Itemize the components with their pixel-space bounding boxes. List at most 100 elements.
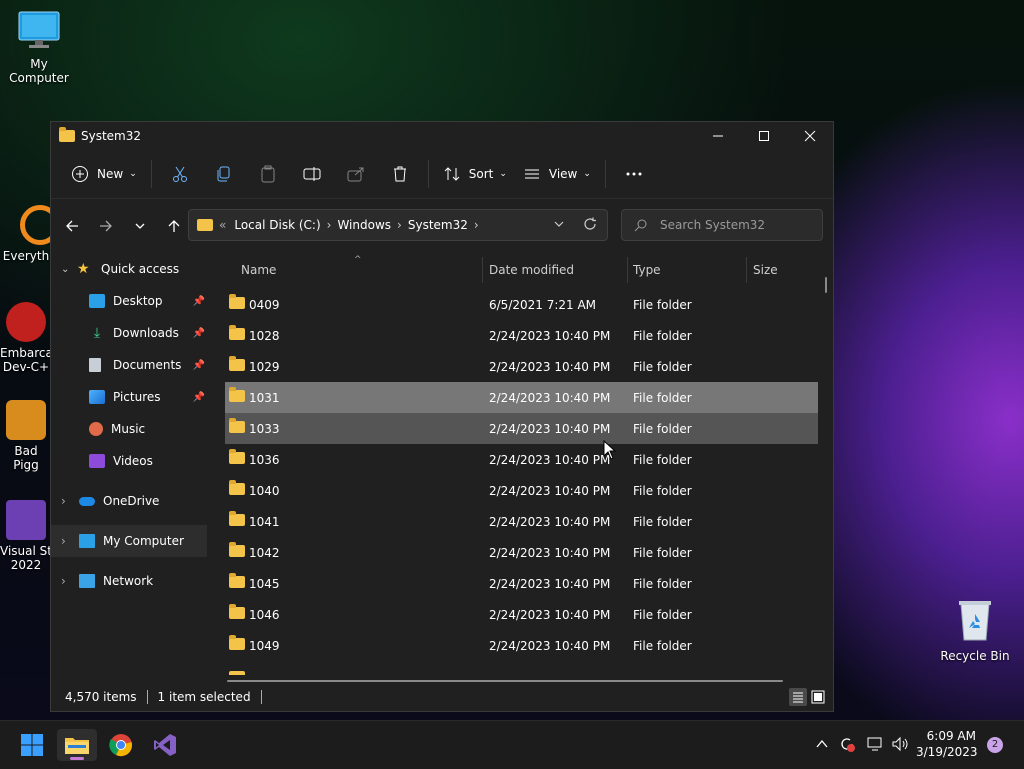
monitor-icon bbox=[79, 534, 95, 548]
pin-icon: 📌 bbox=[192, 391, 205, 403]
table-row[interactable]: 1029 2/24/2023 10:40 PM File folder bbox=[225, 351, 818, 382]
taskbar-visual-studio[interactable] bbox=[145, 729, 185, 761]
chevron-right-icon[interactable]: › bbox=[474, 218, 479, 232]
column-divider[interactable] bbox=[482, 257, 483, 283]
star-icon: ★ bbox=[77, 261, 90, 277]
address-dropdown-button[interactable] bbox=[553, 218, 565, 233]
column-header-type[interactable]: Type bbox=[633, 263, 661, 277]
share-button[interactable] bbox=[340, 156, 372, 192]
desktop-icon-embarcadero[interactable]: Embarca Dev-C+ bbox=[0, 302, 52, 374]
folder-icon bbox=[229, 573, 245, 588]
rename-button[interactable] bbox=[296, 156, 328, 192]
desktop-icon-bad-piggies[interactable]: Bad Pigg bbox=[0, 400, 52, 472]
view-button[interactable]: View ⌄ bbox=[515, 156, 599, 192]
column-header-size[interactable]: Size bbox=[753, 263, 778, 277]
paste-button[interactable] bbox=[252, 156, 284, 192]
folder-icon bbox=[229, 418, 245, 433]
forward-button[interactable] bbox=[91, 211, 121, 241]
desktop-icon-recycle-bin[interactable]: Recycle Bin bbox=[937, 598, 1013, 663]
chevron-right-icon[interactable]: › bbox=[327, 218, 332, 232]
breadcrumb-windows[interactable]: Windows bbox=[337, 218, 391, 232]
nav-network[interactable]: › Network bbox=[51, 565, 207, 597]
recent-locations-button[interactable] bbox=[125, 211, 155, 241]
table-row[interactable]: 1045 2/24/2023 10:40 PM File folder bbox=[225, 568, 818, 599]
tiles-view-button[interactable] bbox=[809, 688, 827, 706]
nav-desktop[interactable]: Desktop 📌 bbox=[51, 285, 207, 317]
row-name: 1049 bbox=[249, 639, 280, 653]
table-row[interactable]: 1042 2/24/2023 10:40 PM File folder bbox=[225, 537, 818, 568]
vertical-scrollbar[interactable] bbox=[825, 277, 827, 293]
minimize-button[interactable] bbox=[695, 122, 741, 150]
view-label: View bbox=[548, 167, 578, 181]
folder-icon bbox=[229, 511, 245, 526]
table-row[interactable]: 1049 2/24/2023 10:40 PM File folder bbox=[225, 630, 818, 661]
horizontal-scrollbar[interactable] bbox=[227, 680, 783, 682]
sort-button[interactable]: Sort ⌄ bbox=[435, 156, 515, 192]
up-button[interactable] bbox=[159, 211, 189, 241]
pig-game-icon bbox=[6, 400, 46, 440]
chevron-right-icon[interactable]: › bbox=[61, 494, 79, 508]
nav-downloads[interactable]: ⤓ Downloads 📌 bbox=[51, 317, 207, 349]
table-row[interactable]: 1040 2/24/2023 10:40 PM File folder bbox=[225, 475, 818, 506]
nav-quick-access[interactable]: ⌄ ★ Quick access bbox=[51, 253, 207, 285]
chevron-right-icon[interactable]: › bbox=[61, 574, 79, 588]
volume-tray[interactable] bbox=[891, 736, 909, 755]
desktop-icon-visual-studio[interactable]: Visual St 2022 bbox=[0, 500, 52, 572]
maximize-button[interactable] bbox=[741, 122, 787, 150]
chevron-right-icon[interactable]: › bbox=[61, 534, 79, 548]
folder-icon bbox=[229, 480, 245, 495]
row-date: 2/24/2023 10:40 PM bbox=[489, 360, 611, 374]
back-button[interactable] bbox=[57, 211, 87, 241]
search-box[interactable]: Search System32 bbox=[621, 209, 823, 241]
table-row[interactable]: 1041 2/24/2023 10:40 PM File folder bbox=[225, 506, 818, 537]
breadcrumb-system32[interactable]: System32 bbox=[408, 218, 468, 232]
breadcrumb-local-disk[interactable]: Local Disk (C:) bbox=[234, 218, 320, 232]
arrow-right-icon bbox=[100, 220, 112, 232]
table-row[interactable]: 1036 2/24/2023 10:40 PM File folder bbox=[225, 444, 818, 475]
title-bar[interactable]: System32 bbox=[51, 122, 833, 150]
cut-button[interactable] bbox=[164, 156, 196, 192]
nav-music[interactable]: Music bbox=[51, 413, 207, 445]
notification-count: 2 bbox=[991, 739, 999, 750]
overflow-crumbs[interactable]: « bbox=[219, 218, 226, 232]
details-view-button[interactable] bbox=[789, 688, 807, 706]
desktop-icon-my-computer[interactable]: My Computer bbox=[1, 10, 77, 85]
network-tray[interactable] bbox=[866, 736, 884, 755]
new-button[interactable]: New ⌄ bbox=[63, 156, 145, 192]
table-row[interactable]: 1033 2/24/2023 10:40 PM File folder bbox=[225, 413, 818, 444]
close-button[interactable] bbox=[787, 122, 833, 150]
nav-onedrive[interactable]: › OneDrive bbox=[51, 485, 207, 517]
start-button[interactable] bbox=[12, 729, 52, 761]
table-row[interactable]: 1028 2/24/2023 10:40 PM File folder bbox=[225, 320, 818, 351]
row-date: 2/24/2023 10:40 PM bbox=[489, 515, 611, 529]
table-row[interactable]: 0409 6/5/2021 7:21 AM File folder bbox=[225, 289, 818, 320]
column-header-date[interactable]: Date modified bbox=[489, 263, 574, 277]
nav-my-computer[interactable]: › My Computer bbox=[51, 525, 207, 557]
taskbar-chrome[interactable] bbox=[101, 729, 141, 761]
more-options-button[interactable] bbox=[618, 156, 650, 192]
pin-icon: 📌 bbox=[192, 327, 205, 339]
chevron-down-icon[interactable]: ⌄ bbox=[61, 264, 77, 275]
copy-button[interactable] bbox=[208, 156, 240, 192]
sort-icon bbox=[444, 167, 460, 181]
cloud-icon bbox=[79, 496, 95, 506]
desktop-icon-everything[interactable]: Everyth bbox=[0, 205, 52, 263]
desktop-icon-label: Embarca Dev-C+ bbox=[0, 346, 52, 374]
table-row[interactable]: 1046 2/24/2023 10:40 PM File folder bbox=[225, 599, 818, 630]
table-row[interactable]: 1031 2/24/2023 10:40 PM File folder bbox=[225, 382, 818, 413]
sync-status-tray[interactable] bbox=[838, 735, 856, 756]
column-divider[interactable] bbox=[746, 257, 747, 283]
nav-videos[interactable]: Videos bbox=[51, 445, 207, 477]
column-divider[interactable] bbox=[627, 257, 628, 283]
nav-pictures[interactable]: Pictures 📌 bbox=[51, 381, 207, 413]
notification-badge[interactable]: 2 bbox=[987, 737, 1003, 753]
show-hidden-icons-button[interactable] bbox=[815, 737, 829, 754]
refresh-button[interactable] bbox=[583, 217, 597, 234]
clock[interactable]: 6:09 AM 3/19/2023 bbox=[916, 728, 978, 760]
chevron-right-icon[interactable]: › bbox=[397, 218, 402, 232]
nav-documents[interactable]: Documents 📌 bbox=[51, 349, 207, 381]
delete-button[interactable] bbox=[384, 156, 416, 192]
column-header-name[interactable]: Name bbox=[241, 263, 276, 277]
taskbar-file-explorer[interactable] bbox=[57, 729, 97, 761]
address-field[interactable]: « Local Disk (C:) › Windows › System32 › bbox=[188, 209, 608, 241]
